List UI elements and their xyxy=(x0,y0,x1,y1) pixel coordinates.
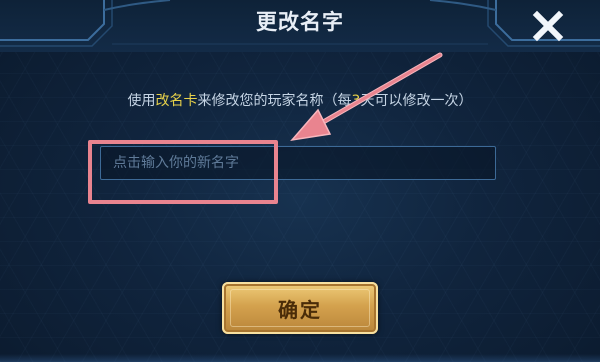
message-middle: 来修改您的玩家名称（每 xyxy=(197,93,352,109)
rename-card-name: 改名卡 xyxy=(155,93,198,109)
close-button[interactable] xyxy=(532,10,564,42)
message-prefix: 使用 xyxy=(127,93,156,109)
confirm-label: 确定 xyxy=(278,297,322,322)
bottom-glow xyxy=(0,354,600,362)
rename-instructions: 使用改名卡来修改您的玩家名称（每3天可以修改一次） xyxy=(0,90,600,110)
message-suffix: 天可以修改一次） xyxy=(360,93,473,109)
title-bar: 更改名字 xyxy=(0,0,600,52)
dialog-title: 更改名字 xyxy=(256,10,344,34)
rename-dialog: 更改名字 使用改名卡来修改您的玩家名称（每3天可以修改一次） 确定 xyxy=(0,0,600,362)
confirm-button[interactable]: 确定 xyxy=(222,282,378,334)
close-icon xyxy=(532,10,564,42)
input-highlight-annotation xyxy=(88,140,278,204)
